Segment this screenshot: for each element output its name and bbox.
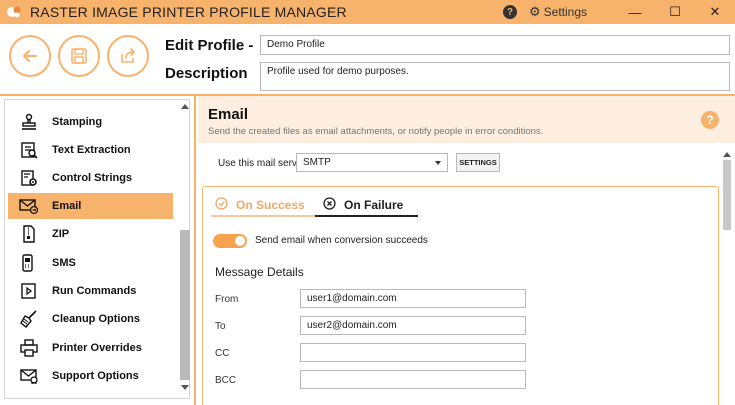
scroll-up-arrow-icon[interactable]	[181, 104, 189, 109]
scrollbar-thumb[interactable]	[723, 160, 731, 230]
save-button[interactable]	[58, 35, 100, 77]
sidebar-item-zip[interactable]: ZIP	[8, 221, 173, 247]
message-details-title: Message Details	[215, 265, 304, 279]
from-label: From	[215, 294, 239, 305]
share-icon	[121, 48, 135, 63]
sidebar-item-control-strings[interactable]: Control Strings	[8, 165, 173, 191]
profile-name-input[interactable]: Demo Profile	[260, 35, 730, 55]
export-button[interactable]	[107, 35, 149, 77]
sidebar-item-label: SMS	[52, 257, 76, 269]
save-icon	[71, 48, 87, 64]
run-commands-icon	[18, 281, 40, 301]
settings-label: Settings	[543, 5, 587, 19]
mail-service-select[interactable]: SMTP	[296, 153, 448, 172]
support-icon	[18, 366, 40, 386]
app-title: RASTER IMAGE PRINTER PROFILE MANAGER	[30, 4, 347, 20]
control-strings-icon	[18, 168, 40, 188]
sidebar-item-stamping[interactable]: Stamping	[8, 109, 173, 135]
bcc-field[interactable]	[300, 370, 526, 389]
mail-settings-button[interactable]: SETTINGS	[456, 153, 500, 172]
help-icon[interactable]: ?	[502, 5, 517, 19]
sidebar: Stamping Text Extraction Control Strings…	[0, 96, 196, 405]
scroll-up-arrow-icon[interactable]	[723, 152, 731, 157]
gear-icon: ⚙	[528, 4, 541, 19]
email-options-card: On Success On Failure Send email when co…	[202, 186, 719, 405]
sidebar-item-label: Stamping	[52, 116, 103, 128]
main-scrollbar[interactable]	[723, 152, 731, 402]
edit-profile-label: Edit Profile -	[165, 37, 254, 54]
sidebar-item-label: Control Strings	[52, 172, 133, 184]
sidebar-item-sms[interactable]: SMS	[8, 250, 173, 276]
x-circle-icon	[323, 197, 336, 213]
title-bar: RASTER IMAGE PRINTER PROFILE MANAGER ? ⚙…	[0, 0, 735, 24]
panel-subtitle: Send the created files as email attachme…	[208, 126, 544, 137]
sidebar-item-cleanup-options[interactable]: Cleanup Options	[8, 306, 173, 332]
tab-label: On Success	[236, 198, 305, 212]
cc-label: CC	[215, 348, 230, 359]
chevron-down-icon	[435, 161, 441, 165]
tab-label: On Failure	[344, 198, 404, 212]
profile-header: Edit Profile - Description Demo Profile …	[0, 24, 735, 96]
settings-button[interactable]: ⚙ Settings	[529, 4, 587, 20]
sidebar-item-text-extraction[interactable]: Text Extraction	[8, 137, 173, 163]
sidebar-item-label: Printer Overrides	[52, 342, 142, 354]
email-panel: Email Send the created files as email at…	[198, 96, 735, 405]
send-email-toggle-label: Send email when conversion succeeds	[255, 235, 428, 246]
bcc-label: BCC	[215, 375, 237, 386]
from-field[interactable]: user1@domain.com	[300, 289, 526, 308]
sidebar-item-email[interactable]: Email	[8, 193, 173, 219]
scrollbar-thumb[interactable]	[180, 230, 190, 380]
tab-on-success[interactable]: On Success	[211, 195, 316, 217]
sidebar-item-run-commands[interactable]: Run Commands	[8, 278, 173, 304]
minimize-button[interactable]: —	[615, 0, 655, 24]
scroll-down-arrow-icon[interactable]	[181, 385, 189, 390]
sms-icon	[18, 253, 40, 273]
toggle-knob	[235, 236, 245, 246]
sidebar-item-label: Cleanup Options	[52, 313, 140, 325]
back-button[interactable]	[9, 35, 51, 77]
sidebar-item-label: Email	[52, 200, 82, 212]
to-field[interactable]: user2@domain.com	[300, 316, 526, 335]
cc-field[interactable]	[300, 343, 526, 362]
panel-header: Email Send the created files as email at…	[198, 96, 735, 143]
broom-icon	[18, 309, 40, 329]
description-input[interactable]: Profile used for demo purposes.	[260, 62, 730, 91]
sidebar-item-label: Run Commands	[52, 285, 137, 297]
description-label: Description	[165, 65, 248, 82]
send-email-toggle[interactable]	[213, 234, 247, 248]
sidebar-item-label: ZIP	[52, 228, 70, 240]
sidebar-item-support-options[interactable]: Support Options	[8, 363, 173, 389]
zip-icon	[18, 224, 40, 244]
printer-icon	[18, 338, 40, 358]
mail-service-value: SMTP	[303, 157, 331, 168]
stamp-icon	[18, 112, 40, 132]
arrow-left-icon	[23, 50, 37, 62]
sidebar-scrollbar[interactable]	[180, 100, 190, 392]
close-button[interactable]: ✕	[695, 0, 735, 24]
sidebar-item-label: Text Extraction	[52, 144, 131, 156]
maximize-button[interactable]: ☐	[655, 0, 695, 24]
sidebar-item-printer-overrides[interactable]: Printer Overrides	[8, 335, 173, 361]
check-circle-icon	[215, 197, 228, 213]
tab-on-failure[interactable]: On Failure	[315, 195, 418, 217]
panel-title: Email	[208, 106, 249, 123]
app-logo-icon	[6, 4, 22, 20]
email-icon	[18, 196, 40, 216]
text-extraction-icon	[18, 140, 40, 160]
help-icon[interactable]: ?	[701, 111, 719, 129]
sidebar-item-label: Support Options	[52, 370, 139, 382]
to-label: To	[215, 321, 226, 332]
